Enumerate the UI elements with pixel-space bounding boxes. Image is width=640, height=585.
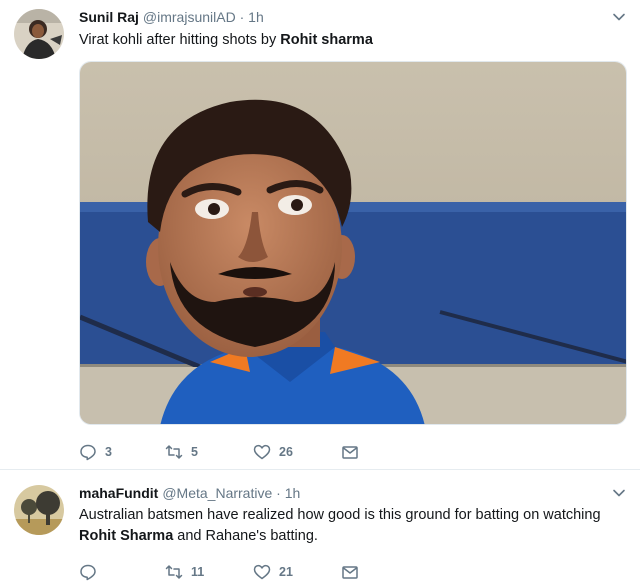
retweet-button[interactable]: 5 xyxy=(165,442,198,462)
tweet-photo[interactable] xyxy=(79,61,627,425)
like-button[interactable]: 21 xyxy=(253,562,293,582)
tweet-text-part: Virat kohli after hitting shots by xyxy=(79,32,281,48)
tweet-header: Sunil Raj @imrajsunilAD · 1h xyxy=(79,9,264,25)
direct-message-icon xyxy=(342,566,358,579)
tweet-text-part: Australian batsmen have realized how goo… xyxy=(79,507,601,523)
tweet-text: Virat kohli after hitting shots by Rohit… xyxy=(79,30,619,51)
reply-icon xyxy=(80,564,96,581)
chevron-down-icon[interactable] xyxy=(612,486,626,500)
separator: · xyxy=(239,9,245,25)
avatar[interactable] xyxy=(14,9,64,59)
like-icon xyxy=(253,444,271,460)
like-count: 26 xyxy=(279,445,293,459)
retweet-button[interactable]: 11 xyxy=(165,562,204,582)
avatar[interactable] xyxy=(14,485,64,535)
tweet-time[interactable]: 1h xyxy=(248,9,264,25)
like-icon xyxy=(253,564,271,580)
like-button[interactable]: 26 xyxy=(253,442,293,462)
retweet-count: 5 xyxy=(191,445,198,459)
author-name[interactable]: Sunil Raj xyxy=(79,9,139,25)
author-handle[interactable]: @Meta_Narrative xyxy=(162,485,272,501)
reply-button[interactable] xyxy=(79,562,105,582)
direct-message-button[interactable] xyxy=(341,562,359,582)
like-count: 21 xyxy=(279,565,293,579)
chevron-down-icon[interactable] xyxy=(612,10,626,24)
tweet[interactable]: mahaFundit @Meta_Narrative · 1h Australia… xyxy=(0,471,640,585)
direct-message-button[interactable] xyxy=(341,442,359,462)
retweet-icon xyxy=(165,565,183,579)
tweet-actions: 11 21 xyxy=(79,562,379,582)
reply-button[interactable]: 3 xyxy=(79,442,112,462)
retweet-count: 11 xyxy=(191,565,205,579)
retweet-icon xyxy=(165,445,183,459)
separator: · xyxy=(276,485,281,501)
author-handle[interactable]: @imrajsunilAD xyxy=(143,9,236,25)
reply-icon xyxy=(80,444,96,461)
reply-count: 3 xyxy=(105,445,112,459)
direct-message-icon xyxy=(342,446,358,459)
tweet-text-part: and Rahane's batting. xyxy=(173,528,318,544)
tweet-text-mention: Rohit sharma xyxy=(280,32,373,48)
tweet-text-mention: Rohit Sharma xyxy=(79,528,174,544)
tweet[interactable]: Sunil Raj @imrajsunilAD · 1h Virat kohli … xyxy=(0,0,640,470)
author-name[interactable]: mahaFundit xyxy=(79,485,158,501)
tweet-time[interactable]: 1h xyxy=(285,485,301,501)
tweet-actions: 3 5 26 xyxy=(79,442,379,462)
tweet-text: Australian batsmen have realized how goo… xyxy=(79,505,619,547)
tweet-header: mahaFundit @Meta_Narrative · 1h xyxy=(79,485,300,501)
